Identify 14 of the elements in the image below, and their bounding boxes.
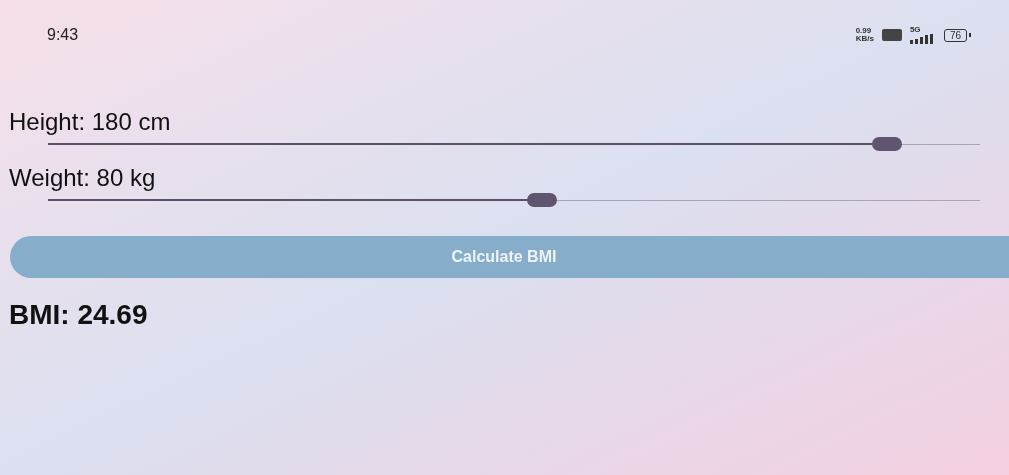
- slider-track[interactable]: [48, 192, 980, 208]
- calculate-button[interactable]: Calculate BMI: [10, 236, 1009, 278]
- slider-track[interactable]: [48, 136, 980, 152]
- network-speed-unit: KB/s: [855, 35, 874, 43]
- slider-label: Height: 180 cm: [8, 108, 172, 136]
- battery-icon: 76: [943, 28, 967, 42]
- signal-icon: [909, 34, 936, 44]
- network-speed: 0.99: [855, 27, 873, 35]
- bmi-result: BMI: 24.69: [8, 298, 149, 332]
- status-time: 9:43: [47, 25, 79, 45]
- slider-thumb[interactable]: [871, 137, 902, 151]
- slider-thumb[interactable]: [526, 193, 557, 207]
- slider-label: Weight: 80 kg: [8, 164, 157, 192]
- network-type: 5G: [909, 26, 921, 34]
